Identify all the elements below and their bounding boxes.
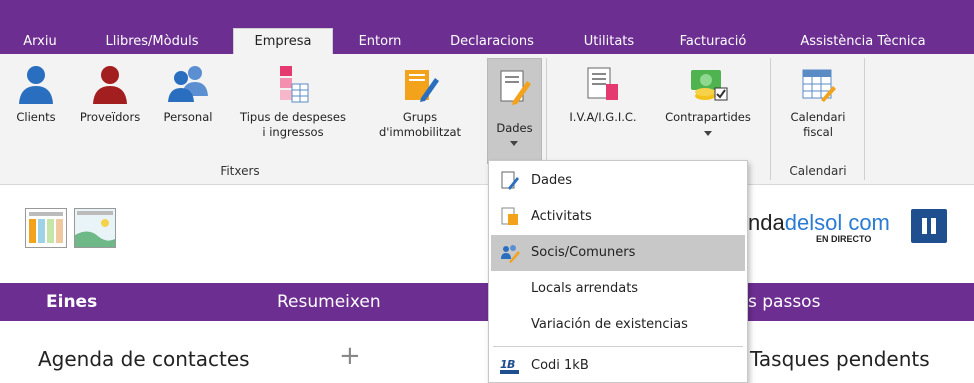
tipus-label-line2: i ingressos [262, 125, 324, 139]
brand-prefix: nda [748, 210, 785, 235]
menu-item-variacion-existencias[interactable]: Variación de existencias [489, 307, 747, 343]
resumeixen-label[interactable]: Resumeixen [277, 292, 381, 312]
dashboard-area: Agenda de contactes + Tasques pendents [0, 321, 974, 383]
brand-suffix: com [842, 210, 890, 235]
menu-separator [493, 346, 743, 347]
dades-dropdown-arrow [510, 141, 518, 146]
tax-document-icon [587, 67, 618, 100]
person-blue-icon [19, 66, 53, 104]
clients-label: Clients [16, 110, 56, 124]
table-view-icon[interactable] [25, 208, 67, 248]
passos-label[interactable]: s passos [748, 292, 820, 312]
tab-bar: Arxiu Llibres/Mòduls Empresa Entorn Decl… [0, 0, 974, 54]
document-pencil-icon [501, 171, 519, 190]
document-pencil-icon [500, 70, 531, 105]
menu-item-label: Variación de existencias [531, 317, 688, 332]
menu-item-socis-comuners[interactable]: Socis/Comuners [491, 235, 745, 271]
ribbon-separator [864, 58, 865, 180]
activity-document-icon [501, 207, 518, 225]
grups-immobilitzat-button[interactable]: Grups d'immobilitzat [364, 64, 476, 140]
tab-llibres-moduls[interactable]: Llibres/Mòduls [88, 31, 216, 54]
pause-icon [922, 218, 927, 234]
personal-button[interactable]: Personal [155, 64, 221, 125]
menu-item-activitats[interactable]: Activitats [489, 199, 747, 235]
person-red-icon [93, 66, 127, 104]
tab-declaracions[interactable]: Declaracions [433, 31, 551, 54]
grups-label-line2: d'immobilitzat [378, 125, 462, 139]
people-group-icon [168, 66, 208, 102]
brand-subtitle: EN DIRECTO [816, 234, 872, 244]
tipus-label-line1: Tipus de despeses [240, 110, 346, 124]
ribbon: Clients Proveïdors Personal Tipus de des [0, 54, 974, 185]
calendari-label-line1: Calendari [790, 110, 846, 124]
menu-item-label: Activitats [531, 209, 592, 224]
menu-item-label: Codi 1kB [531, 358, 589, 373]
calendar-icon [802, 69, 836, 102]
codi-1kb-icon: 1 B [500, 358, 519, 374]
contrapartides-dropdown-arrow [704, 131, 712, 136]
group-label-calendari: Calendari [789, 164, 847, 178]
iva-label: I.V.A/I.G.I.C. [569, 110, 637, 124]
section-bar [0, 283, 974, 321]
proveidors-label: Proveïdors [79, 110, 141, 124]
chart-view-icon[interactable] [74, 208, 116, 248]
tab-empresa[interactable]: Empresa [233, 28, 333, 54]
group-label-fitxers: Fitxers [220, 164, 260, 178]
menu-item-codi-1kb[interactable]: 1 B Codi 1kB [489, 348, 747, 383]
proveidors-button[interactable]: Proveïdors [70, 64, 150, 125]
menu-item-dades[interactable]: Dades [489, 163, 747, 199]
tasques-title: Tasques pendents [750, 347, 930, 371]
tab-entorn[interactable]: Entorn [345, 31, 415, 54]
dades-dropdown-menu: Dades Activitats Socis/Comuners Locals a… [488, 160, 748, 383]
menu-item-label: Socis/Comuners [531, 245, 636, 260]
dades-label: Dades [496, 121, 533, 135]
tipus-despeses-button[interactable]: Tipus de despeses i ingressos [226, 64, 360, 140]
tab-arxiu[interactable]: Arxiu [12, 31, 68, 54]
folder-pencil-icon [405, 70, 439, 102]
menu-item-locals-arrendats[interactable]: Locals arrendats [489, 271, 747, 307]
partners-icon [501, 245, 520, 263]
menu-item-label: Locals arrendats [531, 281, 639, 296]
contrapartides-button[interactable]: Contrapartides [652, 64, 764, 136]
brand-accent: delsol [784, 210, 843, 235]
grups-label-line1: Grups [402, 110, 438, 124]
colored-table-icon [280, 66, 309, 103]
menu-item-label: Dades [531, 173, 572, 188]
calendari-fiscal-button[interactable]: Calendari fiscal [776, 64, 860, 140]
add-icon[interactable]: + [339, 341, 361, 371]
clients-button[interactable]: Clients [10, 64, 62, 125]
dades-button[interactable]: Dades [487, 58, 542, 164]
ribbon-separator [770, 58, 771, 180]
personal-label: Personal [163, 110, 213, 124]
calendari-label-line2: fiscal [803, 125, 833, 139]
svg-text:B: B [507, 358, 515, 371]
content-toolbar: ndadelsol com EN DIRECTO [0, 186, 974, 283]
contrapartides-label: Contrapartides [665, 110, 751, 124]
tab-utilitats[interactable]: Utilitats [570, 31, 648, 54]
iva-igic-button[interactable]: I.V.A/I.G.I.C. [557, 64, 649, 125]
tab-assistencia-tecnica[interactable]: Assistència Tècnica [778, 31, 948, 54]
eines-label[interactable]: Eines [46, 292, 97, 312]
money-coins-icon [691, 70, 728, 101]
agenda-title: Agenda de contactes [38, 347, 250, 371]
tab-facturacio[interactable]: Facturació [664, 31, 762, 54]
pause-button[interactable] [911, 209, 947, 243]
brand-logo: ndadelsol com EN DIRECTO [748, 210, 890, 250]
